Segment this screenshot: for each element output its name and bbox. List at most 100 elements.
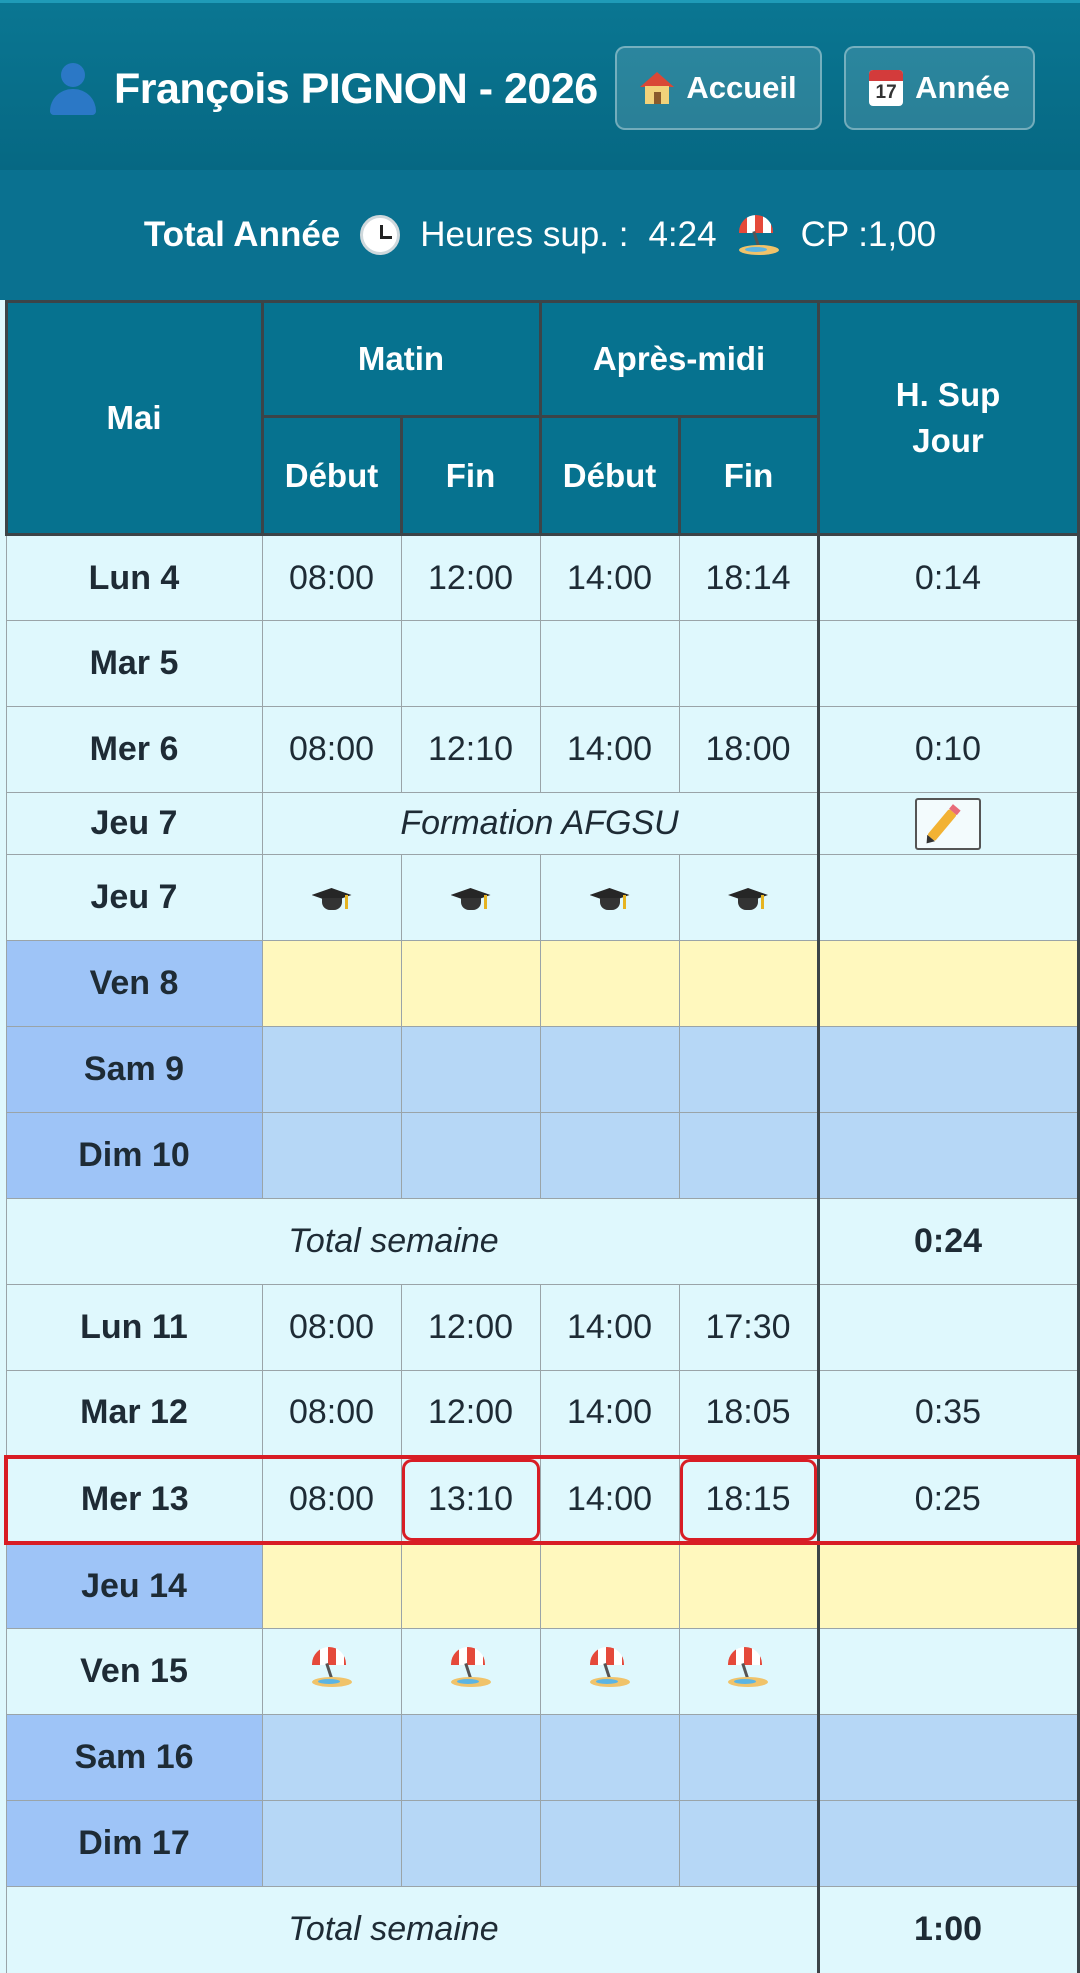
table-row[interactable]: Sam 16 (5, 1714, 1080, 1801)
afternoon-start-cell[interactable] (539, 940, 680, 1027)
day-label: Sam 16 (5, 1714, 263, 1801)
morning-start-cell[interactable] (261, 620, 402, 707)
afternoon-start-cell[interactable] (539, 1026, 680, 1113)
afternoon-start-cell[interactable] (539, 620, 680, 707)
week-total-label: Total semaine (5, 1198, 819, 1285)
clock-icon (360, 215, 401, 255)
morning-end-cell[interactable] (400, 1542, 541, 1629)
beach-umbrella-icon (449, 1645, 493, 1689)
morning-start-cell[interactable]: 08:00 (261, 1370, 402, 1457)
afternoon-end-cell[interactable]: 18:00 (678, 706, 819, 793)
day-label: Jeu 7 (5, 854, 263, 941)
home-button-label: Accueil (686, 70, 797, 105)
afternoon-start-cell[interactable] (539, 854, 680, 941)
hsup-cell (816, 940, 1080, 1027)
table-row[interactable]: Jeu 7 (5, 854, 1080, 941)
table-row[interactable]: Mar 5 (5, 620, 1080, 707)
afternoon-end-cell[interactable]: 18:05 (678, 1370, 819, 1457)
user-icon (48, 61, 98, 117)
day-label: Jeu 14 (5, 1542, 263, 1629)
overtime-value: 4:24 (648, 215, 717, 254)
table-row[interactable]: Ven 8 (5, 940, 1080, 1027)
table-row[interactable]: Lun 11 08:00 12:00 14:00 17:30 (5, 1284, 1080, 1371)
graduation-cap-icon (450, 884, 491, 914)
morning-end-cell[interactable] (400, 1026, 541, 1113)
week-total-label: Total semaine (5, 1886, 819, 1973)
table-row[interactable]: Mer 6 08:00 12:10 14:00 18:00 0:10 (5, 706, 1080, 793)
morning-start-cell[interactable] (261, 854, 402, 941)
morning-start-cell[interactable]: 08:00 (261, 706, 402, 793)
morning-start-cell[interactable]: 08:00 (261, 534, 402, 621)
morning-end-cell[interactable] (400, 1628, 541, 1715)
day-label: Ven 15 (5, 1628, 263, 1715)
day-label: Dim 10 (5, 1112, 263, 1199)
morning-end-cell[interactable] (400, 940, 541, 1027)
morning-start-cell[interactable]: 08:00 (261, 1454, 402, 1545)
table-row[interactable]: Mar 12 08:00 12:00 14:00 18:05 0:35 (5, 1370, 1080, 1457)
hsup-cell (816, 1284, 1080, 1371)
table-row[interactable]: Jeu 14 (5, 1542, 1080, 1629)
morning-end-cell[interactable] (400, 854, 541, 941)
day-label: Mar 5 (5, 620, 263, 707)
afternoon-end-cell[interactable] (678, 854, 819, 941)
afternoon-end-cell[interactable] (678, 1628, 819, 1715)
afternoon-start-cell[interactable] (539, 1628, 680, 1715)
afternoon-start-cell[interactable] (539, 1714, 680, 1801)
morning-end-cell[interactable]: 12:00 (400, 1370, 541, 1457)
user-name: François PIGNON - 2026 (114, 64, 598, 113)
morning-start-cell[interactable]: 08:00 (261, 1284, 402, 1371)
table-row-current[interactable]: Mer 13 08:00 13:10 14:00 18:15 0:25 (4, 1454, 1080, 1545)
day-label: Dim 17 (5, 1800, 263, 1887)
morning-end-cell[interactable]: 12:10 (400, 706, 541, 793)
table-row[interactable]: Dim 10 (5, 1112, 1080, 1199)
morning-start-cell[interactable] (261, 1628, 402, 1715)
afternoon-start-cell[interactable] (539, 1112, 680, 1199)
week-total-row: Total semaine 1:00 (5, 1886, 1080, 1973)
afternoon-end-cell[interactable] (678, 1112, 819, 1199)
edit-button[interactable] (915, 797, 982, 850)
morning-end-cell[interactable] (400, 1800, 541, 1887)
afternoon-start-cell[interactable]: 14:00 (539, 1370, 680, 1457)
morning-start-cell[interactable] (261, 1800, 402, 1887)
table-row[interactable]: Jeu 7 Formation AFGSU (5, 792, 1080, 855)
afternoon-end-cell[interactable]: 17:30 (678, 1284, 819, 1371)
afternoon-end-cell[interactable]: 18:14 (678, 534, 819, 621)
day-label: Ven 8 (5, 940, 263, 1027)
morning-start-cell[interactable] (261, 1112, 402, 1199)
timesheet-table: Mai Matin Après-midi H. Sup Jour Début F… (4, 300, 1080, 1973)
afternoon-start-cell[interactable] (539, 1800, 680, 1887)
morning-start-cell[interactable] (261, 1714, 402, 1801)
hsup-cell (816, 1800, 1080, 1887)
morning-header: Matin (260, 300, 542, 418)
year-button[interactable]: 17 Année (844, 46, 1035, 130)
table-row[interactable]: Ven 15 (5, 1628, 1080, 1715)
morning-start-cell[interactable] (261, 940, 402, 1027)
afternoon-end-cell[interactable] (678, 620, 819, 707)
morning-start-cell[interactable] (261, 1542, 402, 1629)
morning-end-cell[interactable] (400, 1112, 541, 1199)
morning-end-cell[interactable] (400, 620, 541, 707)
morning-end-cell[interactable]: 13:10 (400, 1454, 541, 1545)
morning-end-cell[interactable]: 12:00 (400, 1284, 541, 1371)
afternoon-start-cell[interactable] (539, 1542, 680, 1629)
table-row[interactable]: Sam 9 (5, 1026, 1080, 1113)
hsup-cell (816, 1026, 1080, 1113)
day-label: Jeu 7 (5, 792, 263, 855)
table-row[interactable]: Lun 4 08:00 12:00 14:00 18:14 0:14 (5, 534, 1080, 621)
afternoon-end-cell[interactable] (678, 1800, 819, 1887)
month-header: Mai (4, 300, 264, 536)
afternoon-end-cell[interactable] (678, 940, 819, 1027)
table-row[interactable]: Dim 17 (5, 1800, 1080, 1887)
morning-end-cell[interactable]: 12:00 (400, 534, 541, 621)
morning-start-cell[interactable] (261, 1026, 402, 1113)
afternoon-end-cell[interactable] (678, 1542, 819, 1629)
morning-end-cell[interactable] (400, 1714, 541, 1801)
afternoon-end-cell[interactable]: 18:15 (678, 1454, 819, 1545)
afternoon-start-cell[interactable]: 14:00 (539, 706, 680, 793)
afternoon-end-cell[interactable] (678, 1714, 819, 1801)
afternoon-end-cell[interactable] (678, 1026, 819, 1113)
afternoon-start-cell[interactable]: 14:00 (539, 534, 680, 621)
afternoon-start-cell[interactable]: 14:00 (539, 1284, 680, 1371)
home-button[interactable]: Accueil (615, 46, 822, 130)
afternoon-start-cell[interactable]: 14:00 (539, 1454, 680, 1545)
